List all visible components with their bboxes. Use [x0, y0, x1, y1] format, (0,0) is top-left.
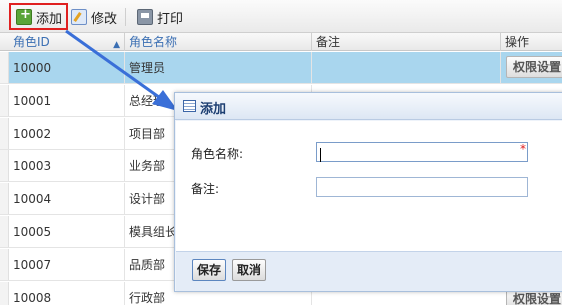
toolbar: 添加 修改 打印	[0, 0, 562, 33]
row-gutter	[0, 52, 9, 83]
edit-button[interactable]: 修改	[71, 6, 117, 28]
row-gutter	[0, 249, 9, 280]
table-icon	[183, 100, 196, 112]
role-id-cell: 10001	[9, 85, 125, 117]
role-id-cell: 10008	[9, 282, 125, 305]
dialog-title: 添加	[200, 102, 227, 117]
role-name-cell: 管理员	[125, 52, 312, 84]
grid-header: 角色ID ▲ 角色名称 备注 操作	[0, 33, 562, 51]
edit-button-label: 修改	[91, 11, 118, 27]
role-name-input[interactable]	[316, 142, 528, 162]
save-button[interactable]: 保存	[192, 259, 227, 281]
edit-icon	[71, 9, 87, 25]
row-gutter	[0, 282, 9, 305]
permission-settings-button[interactable]: 权限设置	[506, 56, 562, 78]
add-button-highlight	[9, 3, 68, 30]
text-caret	[320, 148, 321, 162]
role-id-cell: 10002	[9, 118, 125, 150]
note-label: 备注:	[191, 182, 220, 196]
note-input[interactable]	[316, 177, 528, 197]
role-id-cell: 10004	[9, 183, 125, 215]
role-id-cell: 10005	[9, 216, 125, 248]
note-cell	[312, 52, 501, 84]
toolbar-divider	[125, 8, 126, 26]
print-button[interactable]: 打印	[137, 6, 183, 28]
table-row[interactable]: 10000 管理员 权限设置	[0, 52, 562, 84]
role-id-cell: 10003	[9, 150, 125, 182]
column-header-role-id[interactable]: 角色ID ▲	[9, 33, 125, 51]
column-header-role-name[interactable]: 角色名称	[125, 33, 312, 51]
required-marker: *	[520, 142, 526, 156]
column-header-actions: 操作	[501, 33, 562, 51]
column-header-label: 备注	[316, 35, 341, 49]
dialog-titlebar[interactable]: 添加	[175, 93, 562, 120]
row-gutter	[0, 118, 9, 149]
role-id-cell: 10000	[9, 52, 125, 84]
role-name-label: 角色名称:	[191, 147, 244, 161]
column-header-label: 角色名称	[129, 35, 178, 49]
column-header-note[interactable]: 备注	[312, 33, 501, 51]
cancel-button[interactable]: 取消	[232, 259, 267, 281]
role-id-cell: 10007	[9, 249, 125, 281]
add-role-dialog: 添加 角色名称: * 备注: 保存 取消	[174, 92, 562, 292]
row-gutter	[0, 216, 9, 247]
row-gutter	[0, 183, 9, 214]
print-button-label: 打印	[157, 11, 184, 27]
row-gutter	[0, 150, 9, 181]
printer-icon	[137, 9, 153, 25]
row-gutter	[0, 85, 9, 116]
column-header-label: 角色ID	[13, 35, 50, 49]
column-header-label: 操作	[505, 35, 530, 49]
